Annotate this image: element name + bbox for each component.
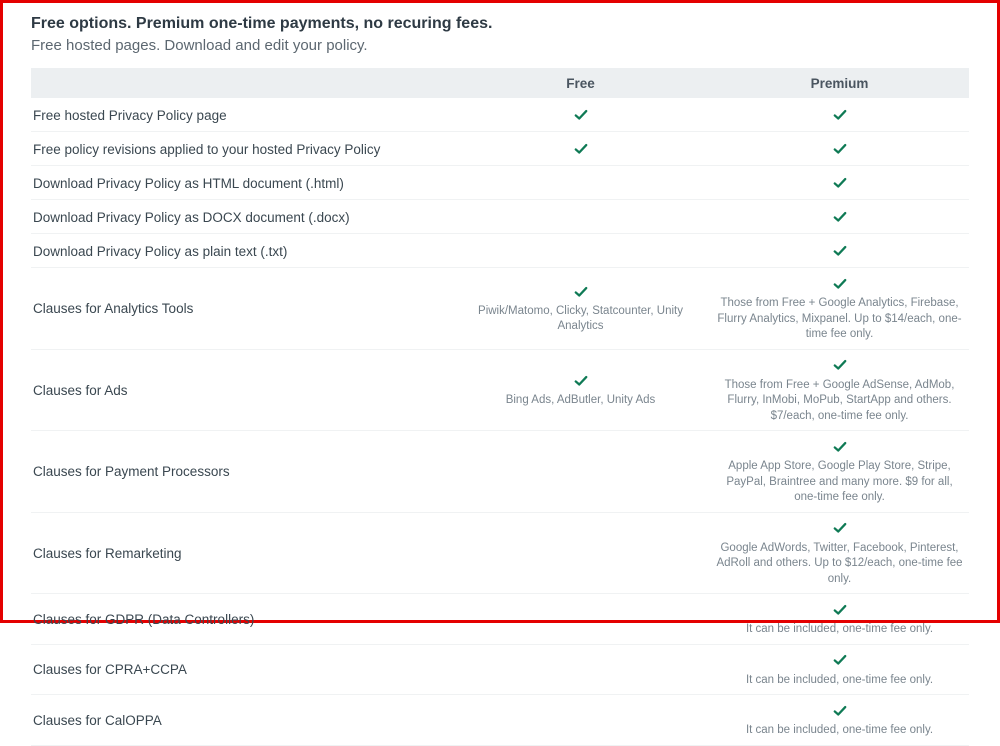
check-icon [833,277,847,291]
premium-cell: Google AdWords, Twitter, Facebook, Pinte… [710,520,969,588]
col-premium: Premium [710,76,969,91]
premium-cell [710,208,969,226]
page-title: Free options. Premium one-time payments,… [31,15,969,33]
premium-cell [710,174,969,192]
table-header: Free Premium [31,68,969,98]
table-row: Clauses for CalOPPA It can be included, o… [31,695,969,746]
table-row: Clauses for GDPR (Data Controllers) It ca… [31,594,969,645]
feature-label: Clauses for Analytics Tools [31,301,451,316]
feature-label: Clauses for Remarketing [31,546,451,561]
feature-label: Download Privacy Policy as plain text (.… [31,244,451,259]
table-row: Clauses for Remarketing Google AdWords, T… [31,513,969,595]
table-row: Free policy revisions applied to your ho… [31,132,969,166]
free-cell: Bing Ads, AdButler, Unity Ads [451,372,710,409]
check-icon [833,176,847,190]
premium-desc: It can be included, one-time fee only. [710,622,969,638]
free-cell [451,140,710,158]
feature-label: Free policy revisions applied to your ho… [31,142,451,157]
table-row: Clauses for Analytics ToolsPiwik/Matomo,… [31,268,969,350]
premium-desc: It can be included, one-time fee only. [710,723,969,739]
check-icon [833,603,847,617]
table-row: Clauses for AdsBing Ads, AdButler, Unity… [31,350,969,432]
premium-cell: It can be included, one-time fee only. [710,652,969,689]
premium-desc: Those from Free + Google AdSense, AdMob,… [710,378,969,425]
comparison-table: Free Premium Free hosted Privacy Policy … [31,68,969,746]
feature-label: Free hosted Privacy Policy page [31,108,451,123]
check-icon [833,358,847,372]
free-desc: Bing Ads, AdButler, Unity Ads [451,393,710,409]
check-icon [574,374,588,388]
feature-label: Clauses for CalOPPA [31,713,451,728]
free-desc: Piwik/Matomo, Clicky, Statcounter, Unity… [451,304,710,335]
table-row: Clauses for Payment Processors Apple App … [31,431,969,513]
table-row: Free hosted Privacy Policy page [31,98,969,132]
premium-cell [710,242,969,260]
table-row: Download Privacy Policy as DOCX document… [31,200,969,234]
check-icon [833,521,847,535]
col-free: Free [451,76,710,91]
premium-cell: Apple App Store, Google Play Store, Stri… [710,438,969,506]
free-cell: Piwik/Matomo, Clicky, Statcounter, Unity… [451,283,710,335]
feature-label: Clauses for Ads [31,383,451,398]
check-icon [574,285,588,299]
check-icon [833,704,847,718]
feature-label: Clauses for Payment Processors [31,464,451,479]
check-icon [833,142,847,156]
check-icon [574,142,588,156]
feature-label: Download Privacy Policy as HTML document… [31,176,451,191]
feature-label: Clauses for GDPR (Data Controllers) [31,612,451,627]
check-icon [833,244,847,258]
premium-desc: Google AdWords, Twitter, Facebook, Pinte… [710,541,969,588]
premium-cell: It can be included, one-time fee only. [710,601,969,638]
premium-desc: Those from Free + Google Analytics, Fire… [710,296,969,343]
premium-cell [710,106,969,124]
premium-cell: Those from Free + Google Analytics, Fire… [710,275,969,343]
check-icon [833,653,847,667]
table-row: Clauses for CPRA+CCPA It can be included,… [31,645,969,696]
check-icon [833,108,847,122]
premium-desc: It can be included, one-time fee only. [710,673,969,689]
check-icon [574,108,588,122]
check-icon [833,210,847,224]
check-icon [833,440,847,454]
premium-cell: It can be included, one-time fee only. [710,702,969,739]
table-row: Download Privacy Policy as plain text (.… [31,234,969,268]
table-row: Download Privacy Policy as HTML document… [31,166,969,200]
page-subtitle: Free hosted pages. Download and edit you… [31,37,969,54]
feature-label: Clauses for CPRA+CCPA [31,662,451,677]
feature-label: Download Privacy Policy as DOCX document… [31,210,451,225]
premium-desc: Apple App Store, Google Play Store, Stri… [710,459,969,506]
premium-cell [710,140,969,158]
free-cell [451,106,710,124]
premium-cell: Those from Free + Google AdSense, AdMob,… [710,357,969,425]
